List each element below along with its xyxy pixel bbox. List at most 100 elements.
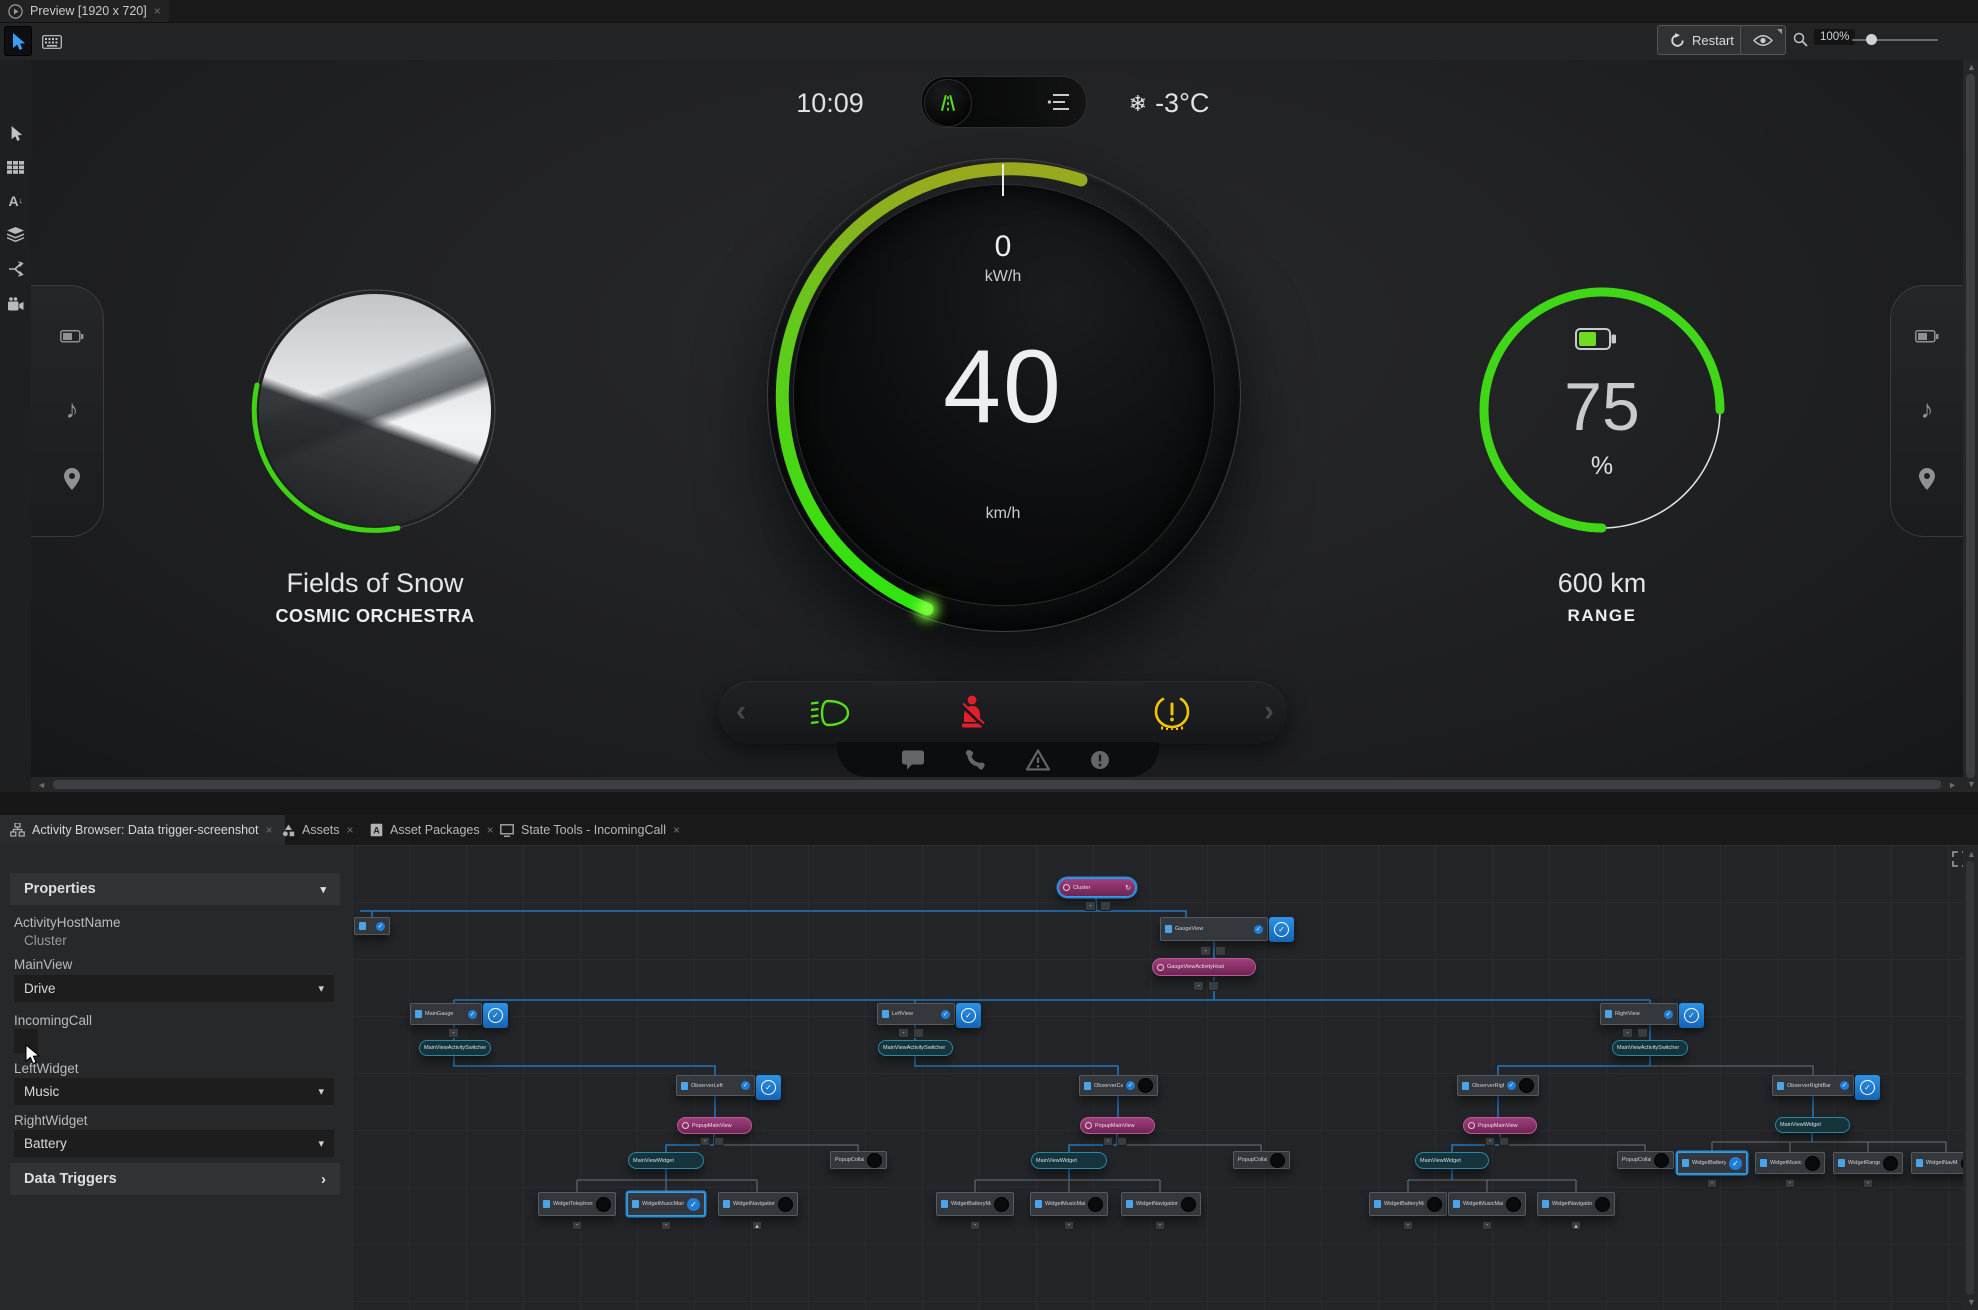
tab-preview[interactable]: Preview [1920 x 720] ×	[0, 0, 169, 22]
graph-node--[interactable]: -	[1155, 1221, 1165, 1230]
attached-check-badge[interactable]: ✓	[756, 1075, 781, 1100]
visibility-button[interactable]	[1740, 25, 1786, 55]
graph-node--[interactable]: -	[1785, 1179, 1795, 1188]
scroll-up-icon[interactable]: ▲	[1967, 850, 1976, 859]
chevron-left-icon[interactable]: ‹	[736, 694, 746, 728]
graph-node-connector[interactable]	[1499, 1137, 1509, 1146]
graph-node-popupmainview[interactable]: PopupMainView	[677, 1117, 752, 1134]
graph-node--[interactable]: -	[1485, 1137, 1495, 1146]
grid-tool-button[interactable]	[6, 158, 25, 177]
graph-node-gaugeviewactivityhost[interactable]: GaugeViewActivityHost	[1152, 958, 1256, 976]
cluster-preview-viewport[interactable]: 10:09 ❄ -3°C ♪ ♪ Fields of Snow COSMIC O…	[31, 60, 1963, 777]
left-widget-dropdown[interactable]: Music ▾	[14, 1078, 334, 1105]
graph-node-popupmainview[interactable]: PopupMainView	[1080, 1117, 1155, 1134]
zoom-slider-thumb[interactable]	[1866, 34, 1877, 45]
interact-tool-button[interactable]	[4, 26, 32, 56]
text-tool-button[interactable]: A ↓	[6, 191, 25, 210]
tab-asset-packages[interactable]: A Asset Packages ×	[360, 815, 504, 845]
graph-node--[interactable]: -	[1085, 901, 1096, 911]
attached-check-badge[interactable]: ✓	[483, 1003, 508, 1028]
graph-node-connector[interactable]	[714, 1137, 724, 1146]
camera-tool-button[interactable]	[6, 294, 25, 313]
attached-check-badge[interactable]: ✓	[1679, 1003, 1704, 1028]
scroll-right-icon[interactable]: ►	[1948, 781, 1957, 790]
graph-node-mainviewwidget[interactable]: MainViewWidget	[628, 1152, 704, 1169]
graph-node--[interactable]: -	[1622, 1028, 1633, 1038]
graph-node-widgetbatterymainview[interactable]: WidgetBatteryMainView✓	[1677, 1152, 1747, 1174]
graph-node-observerrightbar[interactable]: ObserverRightBar ✓ ✓	[1772, 1075, 1880, 1100]
graph-node-popupcollaborator[interactable]: PopupCollaborator	[1233, 1151, 1290, 1169]
scroll-down-icon[interactable]: ▼	[1967, 780, 1976, 789]
graph-node-popupcollaborator[interactable]: PopupCollaborator	[830, 1151, 887, 1169]
graph-node-observercenter[interactable]: ObserverCenter✓	[1079, 1075, 1158, 1096]
layers-tool-button[interactable]	[6, 225, 25, 244]
tab-assets[interactable]: Assets ×	[272, 815, 364, 845]
graph-node--[interactable]: -	[1103, 1137, 1113, 1146]
graph-node-widgetmusicmainview[interactable]: WidgetMusicMainView	[1030, 1192, 1108, 1216]
graph-node-widgetmusicmainview[interactable]: WidgetMusicMainView✓	[627, 1192, 705, 1216]
properties-header[interactable]: Properties ▾	[10, 873, 340, 905]
vertical-scroll-thumb[interactable]	[1966, 74, 1975, 778]
data-triggers-header[interactable]: Data Triggers ›	[10, 1163, 340, 1195]
scroll-up-icon[interactable]: ▲	[1967, 63, 1976, 72]
graph-node-widgetnavigationmainview[interactable]: WidgetNavigationMainView	[1121, 1192, 1201, 1216]
graph-node-mainviewactivityswitcher[interactable]: MainViewActivitySwitcher	[878, 1040, 953, 1056]
graph-node-widgetmusicmainview[interactable]: WidgetMusicMainView	[1448, 1192, 1526, 1216]
graph-node--[interactable]: -	[661, 1221, 671, 1230]
graph-node-popupcollaborator[interactable]: PopupCollaborator	[1617, 1151, 1674, 1169]
graph-node--[interactable]: -	[1193, 981, 1204, 991]
graph-node-observerleft[interactable]: ObserverLeft ✓ ✓	[676, 1075, 781, 1100]
graph-node-cluster[interactable]: Cluster ↻	[1058, 878, 1136, 897]
close-icon[interactable]: ×	[673, 824, 680, 836]
graph-node-observerright[interactable]: ObserverRight ✓	[1457, 1075, 1539, 1096]
graph-node--[interactable]: -	[572, 1221, 582, 1230]
alert-circle-icon[interactable]	[1090, 750, 1110, 770]
graph-node-mainviewwidget[interactable]: MainViewWidget	[1775, 1117, 1850, 1133]
graph-node--[interactable]: -	[1863, 1179, 1873, 1188]
graph-node-connector[interactable]	[1215, 946, 1226, 956]
drive-mode-toggle[interactable]	[921, 76, 1087, 128]
graph-scroll-thumb[interactable]	[1966, 861, 1974, 1295]
graph-node--[interactable]: -	[898, 1028, 909, 1038]
select-tool-button[interactable]	[6, 124, 25, 143]
graph-node-widgettelephonymainview[interactable]: WidgetTelephonyMainView	[538, 1192, 616, 1216]
vertical-scrollbar[interactable]: ▲ ▼	[1963, 60, 1978, 792]
scroll-left-icon[interactable]: ◄	[37, 781, 46, 790]
graph-node--[interactable]: -	[1707, 1179, 1717, 1188]
graph-node-gaugeview[interactable]: GaugeView ✓ ✓	[1160, 917, 1294, 942]
graph-node-mainviewwidget[interactable]: MainViewWidget	[1415, 1152, 1489, 1169]
attached-check-badge[interactable]: ✓	[956, 1003, 981, 1028]
graph-node-connector[interactable]	[913, 1028, 924, 1038]
graph-node-popupmainview[interactable]: PopupMainView	[1463, 1117, 1537, 1134]
right-widget-dropdown[interactable]: Battery ▾	[14, 1130, 334, 1157]
graph-node--[interactable]: -	[448, 1028, 459, 1038]
graph-node-▴[interactable]: ▴	[1571, 1221, 1581, 1230]
graph-node-connector[interactable]: ✓	[354, 917, 390, 935]
graph-node-maingauge[interactable]: MainGauge ✓ ✓	[410, 1003, 508, 1028]
attached-check-badge[interactable]: ✓	[1269, 917, 1294, 942]
graph-node-leftview[interactable]: LeftView ✓ ✓	[877, 1003, 981, 1028]
graph-node-▴[interactable]: ▴	[752, 1221, 762, 1230]
graph-node-widgetnavigationmainview[interactable]: WidgetNavigationMainView	[1537, 1192, 1615, 1216]
keyboard-tool-button[interactable]	[38, 27, 66, 57]
graph-node--[interactable]: -	[1403, 1221, 1413, 1230]
message-icon[interactable]	[902, 750, 924, 769]
graph-node--[interactable]: -	[1200, 946, 1211, 956]
horizontal-scroll-thumb[interactable]	[53, 780, 1941, 789]
chevron-right-icon[interactable]: ›	[1264, 694, 1274, 728]
graph-node-rightview[interactable]: RightView ✓ ✓	[1600, 1003, 1704, 1028]
mainview-dropdown[interactable]: Drive ▾	[14, 975, 334, 1002]
graph-node--[interactable]: -	[1064, 1221, 1074, 1230]
node-graph[interactable]: ✓ Cluster ↻ - GaugeView ✓ ✓ - GaugeViewActivityH…	[352, 845, 1978, 1310]
graph-node-connector[interactable]	[1117, 1137, 1127, 1146]
restart-button[interactable]: Restart	[1657, 25, 1747, 55]
graph-node-connector[interactable]	[1100, 901, 1111, 911]
scroll-down-icon[interactable]: ▼	[1967, 1298, 1976, 1307]
graph-node--[interactable]: -	[970, 1221, 980, 1230]
graph-node-widgetnavigationmainview[interactable]: WidgetNavigationMainView	[718, 1192, 798, 1216]
zoom-level-value[interactable]: 100%	[1814, 29, 1856, 45]
graph-node-connector[interactable]	[1208, 981, 1219, 991]
tab-state-tools[interactable]: State Tools - IncomingCall ×	[490, 815, 690, 845]
graph-node-mainviewwidget[interactable]: MainViewWidget	[1031, 1152, 1107, 1169]
graph-node-connector[interactable]	[1637, 1028, 1648, 1038]
